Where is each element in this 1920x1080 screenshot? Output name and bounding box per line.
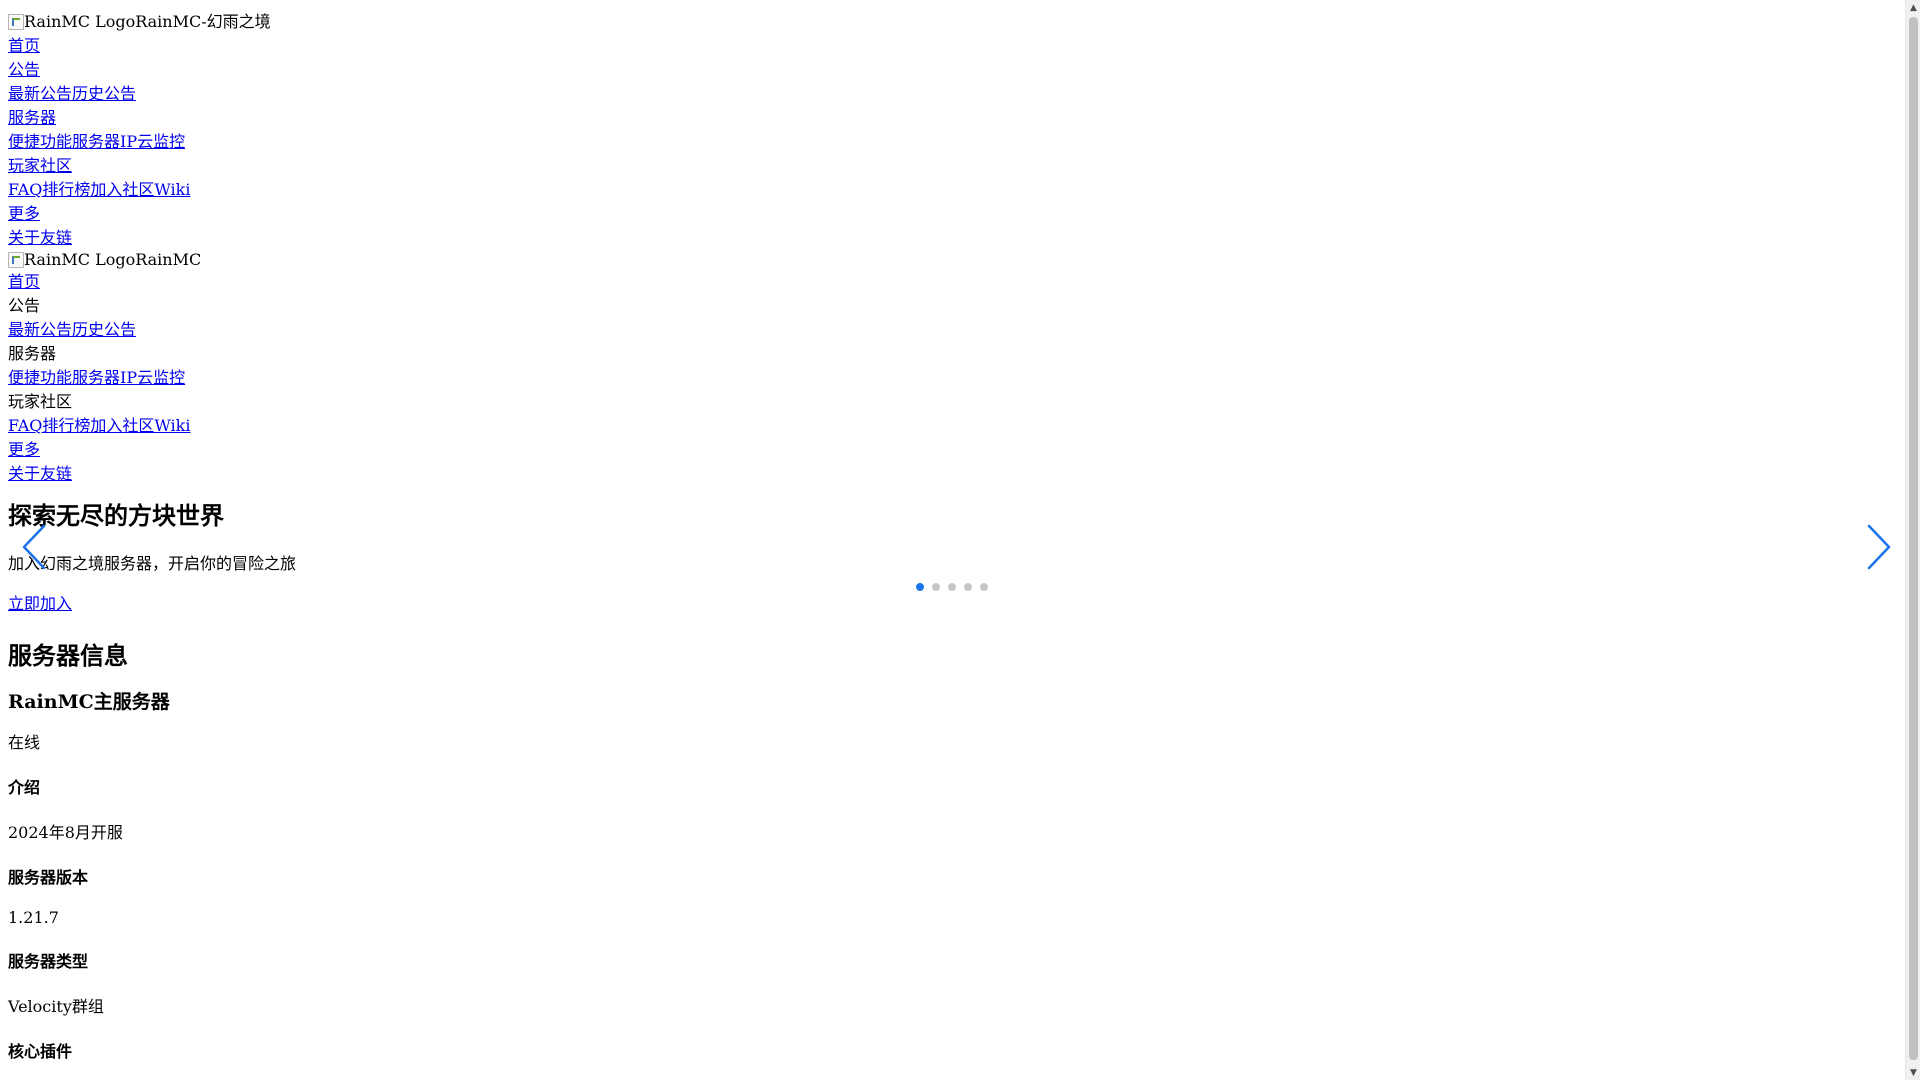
nav-community-link[interactable]: 玩家社区 — [8, 156, 72, 175]
carousel-dot-5[interactable] — [980, 583, 988, 591]
mobile-nav-community-sublinks[interactable]: FAQ排行榜加入社区Wiki — [8, 416, 190, 435]
hero-carousel: 探索无尽的方块世界 加入幻雨之境服务器，开启你的冒险之旅 立即加入 — [8, 492, 1897, 626]
server-status: 在线 — [8, 733, 41, 752]
nav-announcement-sublinks[interactable]: 最新公告历史公告 — [8, 84, 136, 103]
mobile-nav: RainMC Logo RainMC 首页 公告 最新公告历史公告 服务器 便捷功… — [8, 250, 1897, 486]
scrollbar-thumb[interactable] — [1909, 17, 1918, 1060]
mobile-nav-announcement-sublinks[interactable]: 最新公告历史公告 — [8, 320, 136, 339]
version-label: 服务器版本 — [8, 868, 89, 887]
nav-server-link[interactable]: 服务器 — [8, 108, 56, 127]
mobile-nav-more-sublinks[interactable]: 关于友链 — [8, 464, 72, 483]
scroll-down-icon[interactable]: ▼ — [1906, 1065, 1920, 1080]
mobile-nav-server-sublinks[interactable]: 便捷功能服务器IP云监控 — [8, 368, 185, 387]
server-info-title: 服务器信息 — [8, 641, 128, 670]
site-title: RainMC-幻雨之境 — [135, 12, 271, 31]
version-value: 1.21.7 — [8, 908, 59, 927]
mobile-nav-announcements-label: 公告 — [8, 296, 41, 315]
carousel-dot-4[interactable] — [964, 583, 972, 591]
nav-home-link[interactable]: 首页 — [8, 36, 40, 55]
server-info-section: 服务器信息 RainMC主服务器 在线 介绍 2024年8月开服 服务器版本 1… — [8, 640, 1897, 1064]
mobile-logo-alt-text: RainMC Logo — [24, 250, 136, 269]
server-name: RainMC主服务器 — [8, 691, 170, 713]
plugins-label: 核心插件 — [8, 1042, 73, 1061]
type-label: 服务器类型 — [8, 952, 89, 971]
mobile-site-logo-link[interactable]: RainMC Logo RainMC — [8, 250, 1897, 270]
broken-image-icon — [8, 252, 24, 268]
carousel-prev-button[interactable] — [18, 522, 50, 572]
intro-label: 介绍 — [8, 778, 41, 797]
page: RainMC Logo RainMC-幻雨之境 首页 公告 最新公告历史公告 服务… — [0, 0, 1905, 1080]
carousel-next-button[interactable] — [1863, 522, 1895, 572]
intro-value: 2024年8月开服 — [8, 823, 123, 842]
site-logo-link[interactable]: RainMC Logo RainMC-幻雨之境 — [8, 10, 1897, 34]
type-value: Velocity群组 — [8, 997, 104, 1016]
nav-announcements-link[interactable]: 公告 — [8, 60, 40, 79]
carousel-dot-3[interactable] — [948, 583, 956, 591]
carousel-dot-2[interactable] — [932, 583, 940, 591]
nav-more-link[interactable]: 更多 — [8, 204, 40, 223]
mobile-nav-server-label: 服务器 — [8, 344, 57, 363]
mobile-nav-home-link[interactable]: 首页 — [8, 272, 40, 291]
chevron-left-icon — [22, 524, 46, 570]
carousel-pagination — [916, 583, 988, 591]
join-now-link[interactable]: 立即加入 — [8, 592, 72, 616]
carousel-dot-1[interactable] — [916, 583, 924, 591]
nav-community-sublinks[interactable]: FAQ排行榜加入社区Wiki — [8, 180, 190, 199]
nav-more-sublinks[interactable]: 关于友链 — [8, 228, 72, 247]
mobile-nav-community-label: 玩家社区 — [8, 392, 73, 411]
content: RainMC Logo RainMC-幻雨之境 首页 公告 最新公告历史公告 服务… — [0, 0, 1905, 1064]
broken-image-icon — [8, 14, 24, 30]
mobile-site-title: RainMC — [135, 250, 202, 269]
hero-subtitle: 加入幻雨之境服务器，开启你的冒险之旅 — [8, 554, 297, 573]
chevron-right-icon — [1867, 524, 1891, 570]
scroll-up-icon[interactable]: ▲ — [1906, 0, 1920, 15]
nav-server-sublinks[interactable]: 便捷功能服务器IP云监控 — [8, 132, 185, 151]
page-scrollbar[interactable]: ▲ ▼ — [1905, 0, 1920, 1080]
mobile-nav-more-link[interactable]: 更多 — [8, 440, 40, 459]
main-nav: RainMC Logo RainMC-幻雨之境 首页 公告 最新公告历史公告 服务… — [8, 10, 1897, 250]
logo-alt-text: RainMC Logo — [24, 12, 136, 31]
